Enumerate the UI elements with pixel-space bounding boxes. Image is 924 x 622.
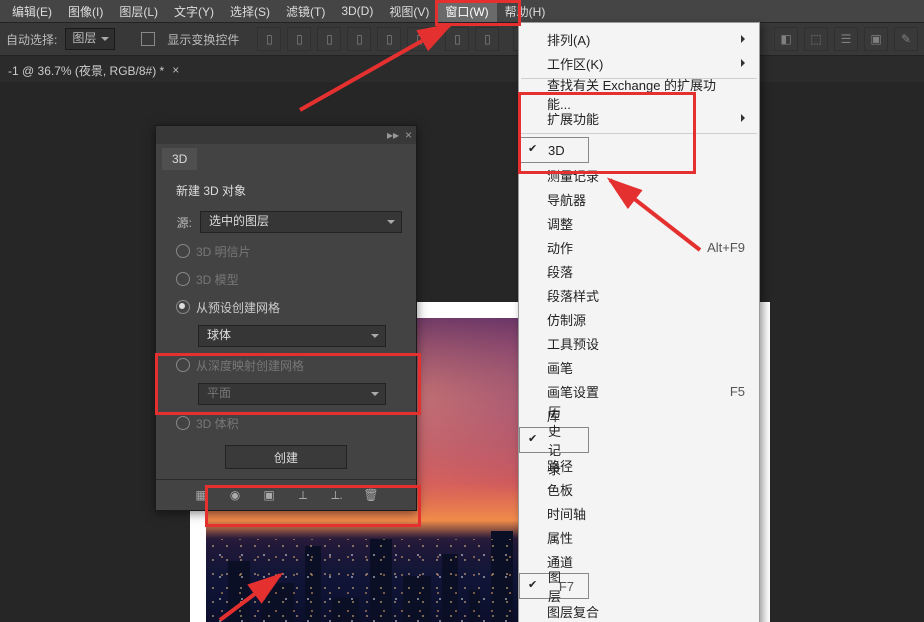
menu-item-history[interactable]: 历史记录 xyxy=(519,427,589,453)
collapse-icon[interactable]: ▸▸ xyxy=(387,128,399,142)
menu-3d[interactable]: 3D(D) xyxy=(333,0,381,22)
menu-item-clone-source[interactable]: 仿制源 xyxy=(519,307,759,331)
option-label: 3D 模型 xyxy=(196,271,239,288)
menu-item-layers[interactable]: 图层F7 xyxy=(519,573,589,599)
menu-item-navigator[interactable]: 导航器 xyxy=(519,187,759,211)
depth-map-dropdown[interactable]: 平面 xyxy=(198,383,386,405)
3d-panel: ▸▸ × 3D 新建 3D 对象 源: 选中的图层 3D 明信片 3D 模型 从… xyxy=(155,125,417,511)
radio-icon xyxy=(176,244,190,258)
menu-filter[interactable]: 滤镜(T) xyxy=(278,0,333,22)
option-3d-postcard[interactable]: 3D 明信片 xyxy=(170,241,402,261)
menu-view[interactable]: 视图(V) xyxy=(381,0,437,22)
menu-item-paragraph[interactable]: 段落 xyxy=(519,259,759,283)
show-transform-checkbox[interactable] xyxy=(141,32,155,46)
menu-item-extensions[interactable]: 扩展功能 xyxy=(519,106,759,130)
option-depth-map[interactable]: 从深度映射创建网格 xyxy=(170,355,402,375)
align-bottom-icon[interactable]: ▯ xyxy=(407,27,431,51)
preset-shape-dropdown[interactable]: 球体 xyxy=(198,325,386,347)
auto-select-dropdown[interactable]: 图层 xyxy=(65,28,115,50)
option-3d-volume[interactable]: 3D 体积 xyxy=(170,413,402,433)
menu-item-arrange[interactable]: 排列(A) xyxy=(519,27,759,51)
new-icon[interactable]: ▣ xyxy=(261,487,277,503)
menu-item-3d[interactable]: 3D xyxy=(519,137,589,163)
render-icon[interactable]: ⟂ xyxy=(295,487,311,503)
document-tab-label: -1 @ 36.7% (夜景, RGB/8#) * xyxy=(8,62,164,79)
option-preset-mesh[interactable]: 从预设创建网格 xyxy=(170,297,402,317)
menu-item-paths[interactable]: 路径 xyxy=(519,453,759,477)
auto-select-label: 自动选择: xyxy=(6,31,57,48)
menu-help[interactable]: 帮助(H) xyxy=(497,0,554,22)
menu-item-find-extensions[interactable]: 查找有关 Exchange 的扩展功能... xyxy=(519,82,759,106)
align-center-h-icon[interactable]: ▯ xyxy=(287,27,311,51)
trash-icon[interactable]: 🗑 xyxy=(363,487,379,503)
align-center-v-icon[interactable]: ▯ xyxy=(377,27,401,51)
ui-icon-4[interactable]: ▣ xyxy=(864,27,888,51)
show-transform-label: 显示变换控件 xyxy=(167,31,239,48)
menu-item-measure[interactable]: 测量记录 xyxy=(519,163,759,187)
canvas-area[interactable] xyxy=(0,82,924,622)
menu-item-workspace[interactable]: 工作区(K) xyxy=(519,51,759,75)
menu-edit[interactable]: 编辑(E) xyxy=(4,0,60,22)
radio-icon xyxy=(176,272,190,286)
align-top-icon[interactable]: ▯ xyxy=(347,27,371,51)
panel-title: 新建 3D 对象 xyxy=(176,182,402,199)
menubar: 编辑(E) 图像(I) 图层(L) 文字(Y) 选择(S) 滤镜(T) 3D(D… xyxy=(0,0,924,22)
ui-icon-1[interactable]: ◧ xyxy=(774,27,798,51)
menu-window[interactable]: 窗口(W) xyxy=(437,0,496,22)
source-dropdown[interactable]: 选中的图层 xyxy=(200,211,402,233)
panel-close-icon[interactable]: × xyxy=(405,128,412,142)
menu-item-adjust[interactable]: 调整 xyxy=(519,211,759,235)
menu-select[interactable]: 选择(S) xyxy=(222,0,278,22)
menu-text[interactable]: 文字(Y) xyxy=(166,0,222,22)
options-bar: 自动选择: 图层 显示变换控件 ▯ ▯ ▯ ▯ ▯ ▯ ▯ ▯ ▯ ◧ ⬚ ☰ … xyxy=(0,22,924,56)
ui-icon-5[interactable]: ✎ xyxy=(894,27,918,51)
panel-header: ▸▸ × xyxy=(156,126,416,144)
menu-item-brush[interactable]: 画笔 xyxy=(519,355,759,379)
menu-item-paragraph-style[interactable]: 段落样式 xyxy=(519,283,759,307)
ui-icon-2[interactable]: ⬚ xyxy=(804,27,828,51)
menu-item-brush-settings[interactable]: 画笔设置F5 xyxy=(519,379,759,403)
menu-item-timeline[interactable]: 时间轴 xyxy=(519,501,759,525)
menu-item-actions[interactable]: 动作Alt+F9 xyxy=(519,235,759,259)
radio-icon xyxy=(176,300,190,314)
close-icon[interactable]: × xyxy=(172,63,179,77)
right-icons-group: ◧ ⬚ ☰ ▣ ✎ xyxy=(774,27,918,51)
document-tab-bar: -1 @ 36.7% (夜景, RGB/8#) * × xyxy=(0,56,924,84)
ui-icon-3[interactable]: ☰ xyxy=(834,27,858,51)
window-menu-dropdown: 排列(A) 工作区(K) 查找有关 Exchange 的扩展功能... 扩展功能… xyxy=(518,22,760,622)
source-label: 源: xyxy=(170,214,192,231)
menu-item-tool-preset[interactable]: 工具预设 xyxy=(519,331,759,355)
radio-icon xyxy=(176,358,190,372)
distribute-v-icon[interactable]: ▯ xyxy=(475,27,499,51)
create-button[interactable]: 创建 xyxy=(225,445,347,469)
light-icon[interactable]: ◉ xyxy=(227,487,243,503)
align-right-icon[interactable]: ▯ xyxy=(317,27,341,51)
menu-image[interactable]: 图像(I) xyxy=(60,0,111,22)
menu-item-properties[interactable]: 属性 xyxy=(519,525,759,549)
option-label: 从预设创建网格 xyxy=(196,299,280,316)
menu-item-swatches[interactable]: 色板 xyxy=(519,477,759,501)
option-label: 3D 明信片 xyxy=(196,243,251,260)
align-left-icon[interactable]: ▯ xyxy=(257,27,281,51)
panel-footer: ▦ ◉ ▣ ⟂ ⟂. 🗑 xyxy=(156,479,416,510)
panel-tab-3d[interactable]: 3D xyxy=(162,148,197,170)
menu-item-layer-comps[interactable]: 图层复合 xyxy=(519,599,759,622)
document-tab[interactable]: -1 @ 36.7% (夜景, RGB/8#) * × xyxy=(8,62,179,79)
option-label: 3D 体积 xyxy=(196,415,239,432)
ground-icon[interactable]: ⟂. xyxy=(329,487,345,503)
menu-layer[interactable]: 图层(L) xyxy=(111,0,166,22)
option-3d-model[interactable]: 3D 模型 xyxy=(170,269,402,289)
align-icons-group: ▯ ▯ ▯ ▯ ▯ ▯ ▯ ▯ ▯ xyxy=(257,27,537,51)
distribute-h-icon[interactable]: ▯ xyxy=(445,27,469,51)
option-label: 从深度映射创建网格 xyxy=(196,357,304,374)
radio-icon xyxy=(176,416,190,430)
filter-icon[interactable]: ▦ xyxy=(193,487,209,503)
